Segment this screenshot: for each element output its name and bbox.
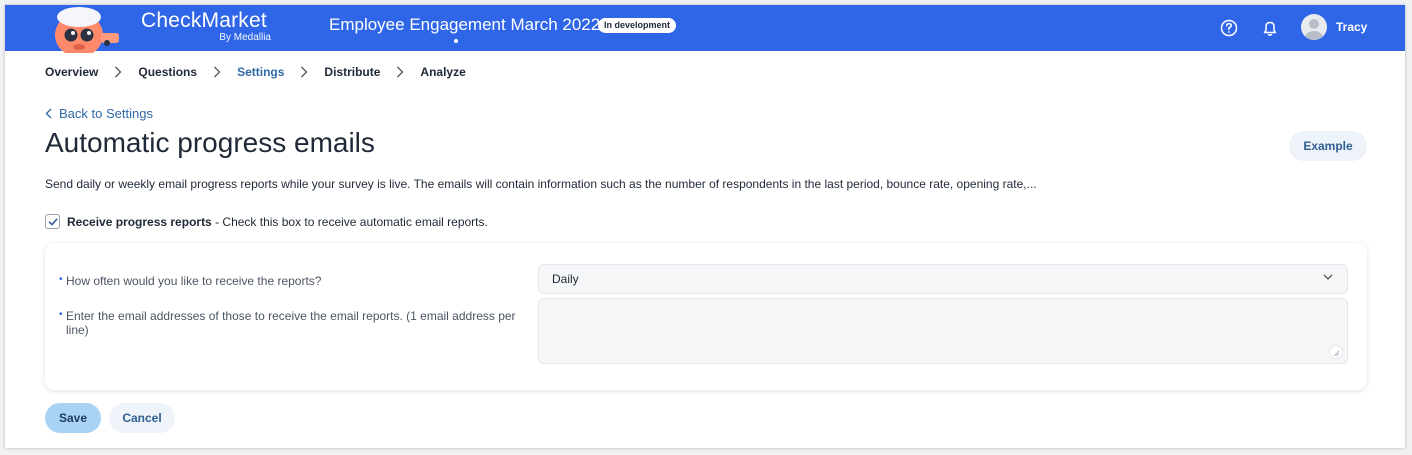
avatar[interactable] <box>1301 14 1327 40</box>
brand-subtitle: By Medallia <box>219 32 271 43</box>
title-indicator-dot <box>454 39 458 43</box>
chevron-right-icon <box>290 64 318 80</box>
breadcrumb-settings[interactable]: Settings <box>237 65 284 79</box>
resize-grip-icon <box>1333 350 1340 357</box>
status-badge: In development <box>598 18 677 33</box>
progress-reports-label-bold: Receive progress reports <box>67 214 212 229</box>
progress-reports-label-rest: - Check this box to receive automatic em… <box>211 214 488 229</box>
breadcrumb-overview[interactable]: Overview <box>45 65 98 79</box>
survey-title[interactable]: Employee Engagement March 2022 <box>329 15 600 35</box>
frequency-select[interactable]: Daily <box>538 264 1348 294</box>
chevron-right-icon <box>203 64 231 80</box>
chevron-right-icon <box>104 64 132 80</box>
resize-handle-icon[interactable] <box>1329 345 1343 359</box>
top-bar: CheckMarket By Medallia Employee Engagem… <box>5 5 1405 53</box>
emails-label-line2: line) <box>66 323 89 337</box>
page-description: Send daily or weekly email progress repo… <box>45 177 1037 191</box>
brand[interactable]: CheckMarket By Medallia <box>141 9 271 44</box>
cancel-button[interactable]: Cancel <box>109 403 175 433</box>
breadcrumb-distribute[interactable]: Distribute <box>324 65 380 79</box>
emails-textarea[interactable] <box>538 298 1348 364</box>
chevron-left-icon <box>45 108 52 119</box>
report-settings-card: • How often would you like to receive th… <box>45 243 1367 390</box>
page-title: Automatic progress emails <box>45 127 375 158</box>
bell-icon[interactable] <box>1259 17 1281 39</box>
chevron-right-icon <box>386 64 414 80</box>
checkmark-icon <box>48 218 57 225</box>
breadcrumb-analyze[interactable]: Analyze <box>420 65 465 79</box>
emails-label-line1: Enter the email addresses of those to re… <box>66 309 516 323</box>
brand-name: CheckMarket <box>141 9 267 32</box>
breadcrumb-questions[interactable]: Questions <box>138 65 197 79</box>
app-window: CheckMarket By Medallia Employee Engagem… <box>5 5 1405 448</box>
mascot-logo-icon[interactable] <box>49 7 125 53</box>
save-button[interactable]: Save <box>45 403 101 433</box>
example-button[interactable]: Example <box>1289 131 1367 161</box>
progress-reports-option[interactable]: Receive progress reports - Check this bo… <box>45 214 488 229</box>
back-to-settings-link[interactable]: Back to Settings <box>45 106 153 121</box>
help-icon[interactable] <box>1218 17 1240 39</box>
emails-label: Enter the email addresses of those to re… <box>66 309 526 337</box>
user-silhouette-icon <box>1305 19 1323 40</box>
required-marker: • <box>59 309 63 320</box>
frequency-label: How often would you like to receive the … <box>66 274 322 288</box>
required-marker: • <box>59 274 63 285</box>
back-link-label: Back to Settings <box>59 106 153 121</box>
progress-reports-label: Receive progress reports - Check this bo… <box>67 215 488 229</box>
user-name[interactable]: Tracy <box>1336 20 1367 34</box>
breadcrumb: Overview Questions Settings Distribute A… <box>45 64 466 80</box>
chevron-down-icon <box>1323 274 1333 280</box>
progress-reports-checkbox[interactable] <box>45 214 60 229</box>
frequency-select-value: Daily <box>552 272 579 286</box>
